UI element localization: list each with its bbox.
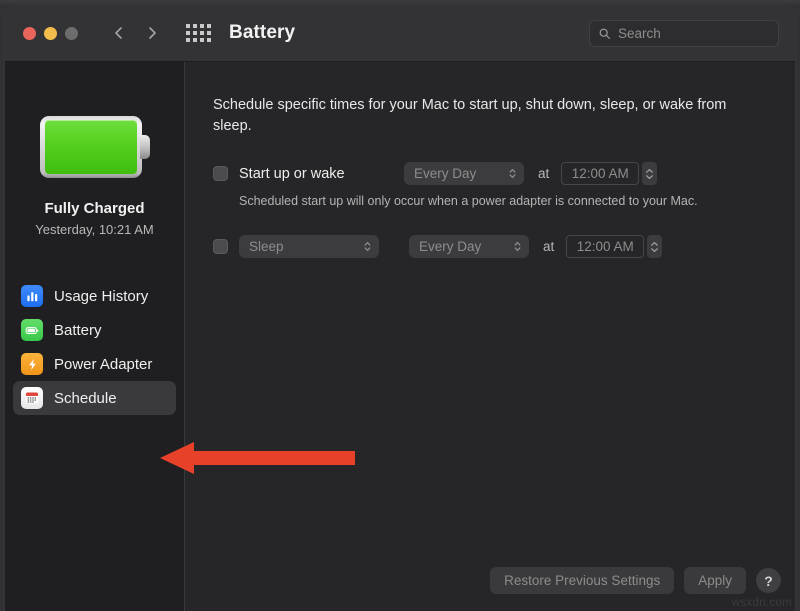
battery-full-icon (40, 116, 150, 178)
search-placeholder: Search (618, 26, 661, 41)
startup-day-select[interactable]: Every Day (404, 162, 524, 185)
startup-at-label: at (538, 166, 549, 181)
sidebar-item-battery[interactable]: Battery (13, 313, 176, 347)
startup-note: Scheduled start up will only occur when … (185, 194, 795, 208)
sidebar-item-label: Battery (54, 322, 102, 339)
sleep-at-label: at (543, 239, 554, 254)
intro-description: Schedule specific times for your Mac to … (185, 62, 795, 137)
close-button[interactable] (23, 27, 36, 40)
bar-chart-icon (21, 285, 43, 307)
footer-buttons: Restore Previous Settings Apply ? (490, 567, 781, 594)
startup-checkbox[interactable] (213, 166, 228, 181)
battery-status-timestamp: Yesterday, 10:21 AM (5, 222, 184, 237)
sidebar: Fully Charged Yesterday, 10:21 AM Usage … (5, 62, 185, 611)
startup-row: Start up or wake Every Day at 12:00 AM (185, 162, 795, 185)
system-preferences-window: Battery Search Fully Charged Yester (5, 5, 795, 611)
startup-time-stepper[interactable] (642, 162, 657, 185)
content-pane: Schedule specific times for your Mac to … (185, 62, 795, 611)
sleep-day-select[interactable]: Every Day (409, 235, 529, 258)
battery-shell (40, 116, 142, 178)
help-button[interactable]: ? (756, 568, 781, 593)
restore-previous-settings-button[interactable]: Restore Previous Settings (490, 567, 674, 594)
page-title: Battery (229, 22, 295, 44)
window-titlebar: Battery Search (5, 5, 795, 62)
search-icon (598, 27, 611, 40)
chevron-updown-icon (513, 239, 522, 254)
window-body: Fully Charged Yesterday, 10:21 AM Usage … (5, 62, 795, 611)
bolt-icon (21, 353, 43, 375)
calendar-icon (21, 387, 43, 409)
startup-label: Start up or wake (239, 166, 404, 182)
battery-fill (45, 120, 137, 174)
startup-time-field[interactable]: 12:00 AM (561, 162, 639, 185)
chevron-updown-icon (508, 166, 517, 181)
back-chevron-icon[interactable] (111, 25, 127, 41)
minimize-button[interactable] (44, 27, 57, 40)
sleep-action-select[interactable]: Sleep (239, 235, 379, 258)
watermark: wsxdn.com (732, 597, 792, 609)
sleep-checkbox[interactable] (213, 239, 228, 254)
sleep-action-value: Sleep (249, 239, 284, 254)
apply-button[interactable]: Apply (684, 567, 746, 594)
desktop-background: Battery Search Fully Charged Yester (0, 0, 800, 611)
search-input[interactable]: Search (589, 20, 779, 47)
sleep-time-value: 12:00 AM (577, 239, 634, 254)
sleep-time-stepper[interactable] (647, 235, 662, 258)
battery-status-text: Fully Charged (5, 200, 184, 217)
forward-chevron-icon[interactable] (144, 25, 160, 41)
sidebar-item-label: Power Adapter (54, 356, 152, 373)
startup-time-value: 12:00 AM (572, 166, 629, 181)
sidebar-item-label: Usage History (54, 288, 148, 305)
sleep-day-value: Every Day (419, 239, 481, 254)
battery-icon (21, 319, 43, 341)
sidebar-item-label: Schedule (54, 390, 117, 407)
sidebar-list: Usage History Battery (5, 279, 184, 415)
sleep-time-field[interactable]: 12:00 AM (566, 235, 644, 258)
startup-day-value: Every Day (414, 166, 476, 181)
zoom-button[interactable] (65, 27, 78, 40)
window-controls (23, 27, 78, 40)
sidebar-item-schedule[interactable]: Schedule (13, 381, 176, 415)
sidebar-item-power-adapter[interactable]: Power Adapter (13, 347, 176, 381)
all-preferences-grid-icon[interactable] (186, 24, 211, 42)
sidebar-item-usage-history[interactable]: Usage History (13, 279, 176, 313)
stepper-down-icon[interactable] (645, 174, 654, 180)
stepper-down-icon[interactable] (650, 247, 659, 253)
battery-cap (140, 135, 150, 159)
navigation-arrows (111, 25, 160, 41)
sleep-row: Sleep Every Day at (185, 235, 795, 258)
chevron-updown-icon (363, 239, 372, 254)
